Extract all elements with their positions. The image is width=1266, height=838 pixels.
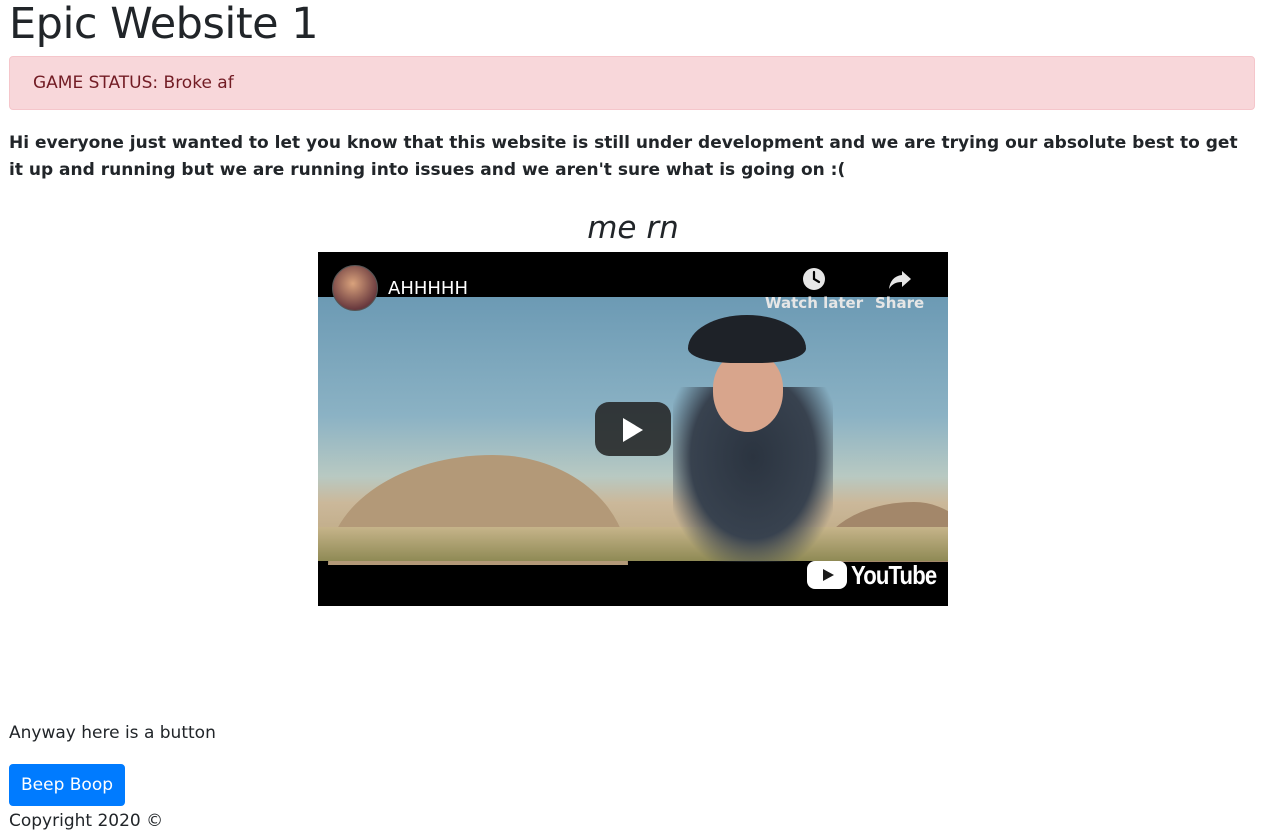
intro-paragraph: Hi everyone just wanted to let you know … — [9, 133, 1238, 180]
video-title[interactable]: AHHHHH — [388, 278, 468, 300]
channel-avatar[interactable] — [332, 265, 378, 311]
status-alert-text: GAME STATUS: Broke af — [33, 73, 234, 93]
clock-icon — [803, 268, 826, 290]
embedded-video[interactable]: AHHHHH Watch later Share YouTube — [318, 252, 948, 606]
status-alert: GAME STATUS: Broke af — [9, 56, 1255, 110]
video-caption: me rn — [587, 210, 679, 246]
youtube-logo-icon — [807, 561, 847, 589]
thumbnail-figure-hat — [688, 315, 806, 363]
watch-later-button[interactable]: Watch later — [765, 266, 863, 312]
page-title: Epic Website 1 — [9, 0, 319, 49]
button-intro-text: Anyway here is a button — [9, 723, 216, 743]
thumbnail-ground — [318, 527, 948, 561]
share-button[interactable]: Share — [875, 266, 924, 312]
share-label: Share — [875, 294, 925, 312]
watch-later-label: Watch later — [765, 294, 864, 312]
copyright-footer: Copyright 2020 © — [9, 811, 164, 831]
play-button[interactable] — [595, 402, 671, 456]
youtube-logo-text: YouTube — [851, 559, 937, 590]
share-arrow-icon — [888, 271, 911, 289]
youtube-logo[interactable]: YouTube — [807, 557, 948, 593]
thumbnail-figure-head — [713, 352, 783, 432]
play-icon — [623, 418, 643, 442]
beep-boop-button[interactable]: Beep Boop — [9, 764, 125, 806]
